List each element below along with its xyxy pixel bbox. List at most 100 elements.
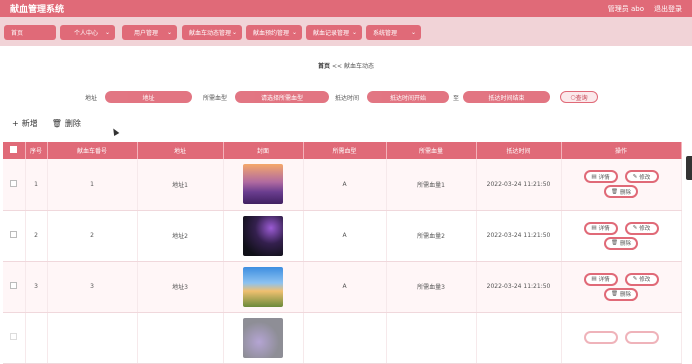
- app-title: 献血管理系统: [10, 5, 65, 15]
- plus-icon: +: [12, 119, 19, 128]
- menu-label: 个人中心: [74, 30, 99, 37]
- edit-button[interactable]: ✎ 修改: [624, 221, 659, 235]
- detail-button[interactable]: ▤ 详情: [583, 272, 618, 286]
- cover-image: [243, 317, 283, 358]
- select-all-header[interactable]: [3, 142, 26, 159]
- select-all-checkbox[interactable]: [10, 146, 18, 153]
- row-amount: 所需血量2: [386, 210, 477, 262]
- table-row: [3, 312, 682, 364]
- add-label: 新增: [21, 119, 38, 128]
- edit-label: 修改: [639, 226, 651, 232]
- row-car: 1: [47, 159, 138, 211]
- row-delete-button[interactable]: 🗑 删除: [604, 185, 638, 199]
- menu-label: 系统管理: [373, 30, 398, 37]
- chevron-down-icon: ⌄: [104, 29, 110, 36]
- detail-icon: ▤: [591, 173, 597, 180]
- menu-label: 献血车动态管理: [189, 30, 232, 37]
- chevron-down-icon: ⌄: [410, 29, 416, 36]
- row-blood-type: A: [303, 210, 387, 262]
- trash-icon: 🗑: [51, 119, 62, 128]
- edit-button[interactable]: [624, 331, 659, 344]
- breadcrumb-current: 献血车动态: [343, 63, 374, 70]
- row-address: 地址2: [137, 210, 224, 262]
- row-blood-type: A: [303, 159, 387, 211]
- edit-icon: ✎: [632, 276, 638, 282]
- row-index: 3: [25, 261, 48, 313]
- delete-label: 删除: [619, 241, 631, 247]
- detail-label: 详情: [598, 277, 610, 283]
- edit-button[interactable]: ✎ 修改: [624, 170, 659, 184]
- side-scroll-handle[interactable]: [686, 156, 692, 180]
- menu-system[interactable]: 系统管理 ⌄: [366, 25, 421, 40]
- detail-icon: ▤: [591, 225, 597, 231]
- trash-icon: 🗑: [611, 188, 618, 195]
- row-amount: 所需血量3: [386, 261, 477, 313]
- col-header: 抵达时间: [476, 142, 562, 159]
- cover-image: [243, 164, 283, 205]
- menu-bloodcar[interactable]: 献血车动态管理 ⌄: [182, 25, 242, 40]
- menu-records[interactable]: 献血记录管理 ⌄: [306, 25, 362, 40]
- table-header-row: 序号 献血车番号 地址 封面 所需血型 所需血量 抵达时间 操作: [3, 142, 682, 159]
- menu-users[interactable]: 用户管理 ⌄: [122, 25, 177, 40]
- logout-link[interactable]: 退出登录: [654, 4, 682, 14]
- query-button[interactable]: ○ 查询: [560, 91, 598, 103]
- row-time: 2022-03-24 11:21:50: [476, 210, 562, 262]
- cover-image: [243, 266, 283, 307]
- main-menu: 首页 个人中心 ⌄ 用户管理 ⌄ 献血车动态管理 ⌄ 献血预约管理 ⌄ 献血记录…: [0, 17, 692, 46]
- table-row: 3 3 地址3 A 所需血量3 2022-03-24 11:21:50 ▤ 详情 …: [3, 261, 682, 313]
- current-user: 管理员 abo: [607, 4, 644, 13]
- row-amount: 所需血量1: [386, 159, 477, 211]
- blood-type-label: 所需血型: [203, 95, 228, 102]
- trash-icon: 🗑: [611, 291, 618, 297]
- range-to-label: 至: [453, 95, 460, 102]
- row-time: 2022-03-24 11:21:50: [476, 159, 562, 211]
- menu-appointment[interactable]: 献血预约管理 ⌄: [246, 25, 302, 40]
- chevron-down-icon: ⌄: [351, 29, 357, 36]
- blood-type-select[interactable]: 请选择所需血型: [235, 91, 329, 103]
- row-checkbox[interactable]: [10, 282, 18, 289]
- action-toolbar: + 新增 🗑 删除: [12, 118, 81, 129]
- trash-icon: 🗑: [611, 240, 618, 246]
- delete-label: 删除: [619, 189, 631, 196]
- row-index: 2: [25, 210, 48, 262]
- address-input[interactable]: 地址: [105, 91, 192, 103]
- edit-icon: ✎: [632, 225, 638, 231]
- row-checkbox[interactable]: [10, 179, 18, 187]
- menu-label: 献血预约管理: [253, 30, 290, 37]
- delete-button[interactable]: 🗑 删除: [52, 118, 81, 129]
- menu-personal[interactable]: 个人中心 ⌄: [60, 25, 115, 40]
- row-address: 地址1: [137, 159, 224, 211]
- add-button[interactable]: + 新增: [12, 118, 38, 129]
- filter-bar: 地址 地址 所需血型 请选择所需血型 抵达时间 抵达时间开始 至 抵达时间结束 …: [0, 91, 692, 103]
- breadcrumb: 首页 << 献血车动态: [0, 61, 692, 70]
- detail-button[interactable]: [583, 331, 618, 344]
- arrival-end-input[interactable]: 抵达时间结束: [463, 91, 550, 103]
- edit-button[interactable]: ✎ 修改: [624, 272, 659, 286]
- detail-button[interactable]: ▤ 详情: [583, 221, 618, 235]
- col-header: 所需血量: [386, 142, 477, 159]
- table-row: 1 1 地址1 A 所需血量1 2022-03-24 11:21:50 ▤ 详情 …: [3, 159, 682, 211]
- row-blood-type: A: [303, 261, 387, 313]
- row-car: 3: [47, 261, 138, 313]
- edit-label: 修改: [639, 174, 651, 181]
- breadcrumb-home[interactable]: 首页: [318, 63, 330, 70]
- row-checkbox[interactable]: [10, 231, 18, 238]
- arrival-time-label: 抵达时间: [335, 95, 360, 102]
- query-label: 查询: [575, 94, 588, 102]
- row-delete-button[interactable]: 🗑 删除: [604, 287, 638, 301]
- row-delete-button[interactable]: 🗑 删除: [604, 236, 638, 250]
- top-bar: 献血管理系统 管理员 abo 退出登录: [0, 0, 692, 17]
- delete-label: 删除: [64, 119, 81, 128]
- edit-label: 修改: [639, 277, 651, 283]
- detail-label: 详情: [598, 174, 610, 181]
- col-header: 序号: [25, 142, 48, 159]
- detail-button[interactable]: ▤ 详情: [583, 170, 618, 184]
- table-row: 2 2 地址2 A 所需血量2 2022-03-24 11:21:50 ▤ 详情 …: [3, 210, 682, 262]
- menu-home[interactable]: 首页: [4, 25, 56, 40]
- chevron-down-icon: ⌄: [231, 29, 237, 36]
- detail-label: 详情: [598, 226, 610, 232]
- menu-label: 首页: [11, 30, 24, 37]
- arrival-start-input[interactable]: 抵达时间开始: [367, 91, 449, 103]
- col-header: 封面: [223, 142, 304, 159]
- mouse-cursor-icon: [110, 126, 120, 137]
